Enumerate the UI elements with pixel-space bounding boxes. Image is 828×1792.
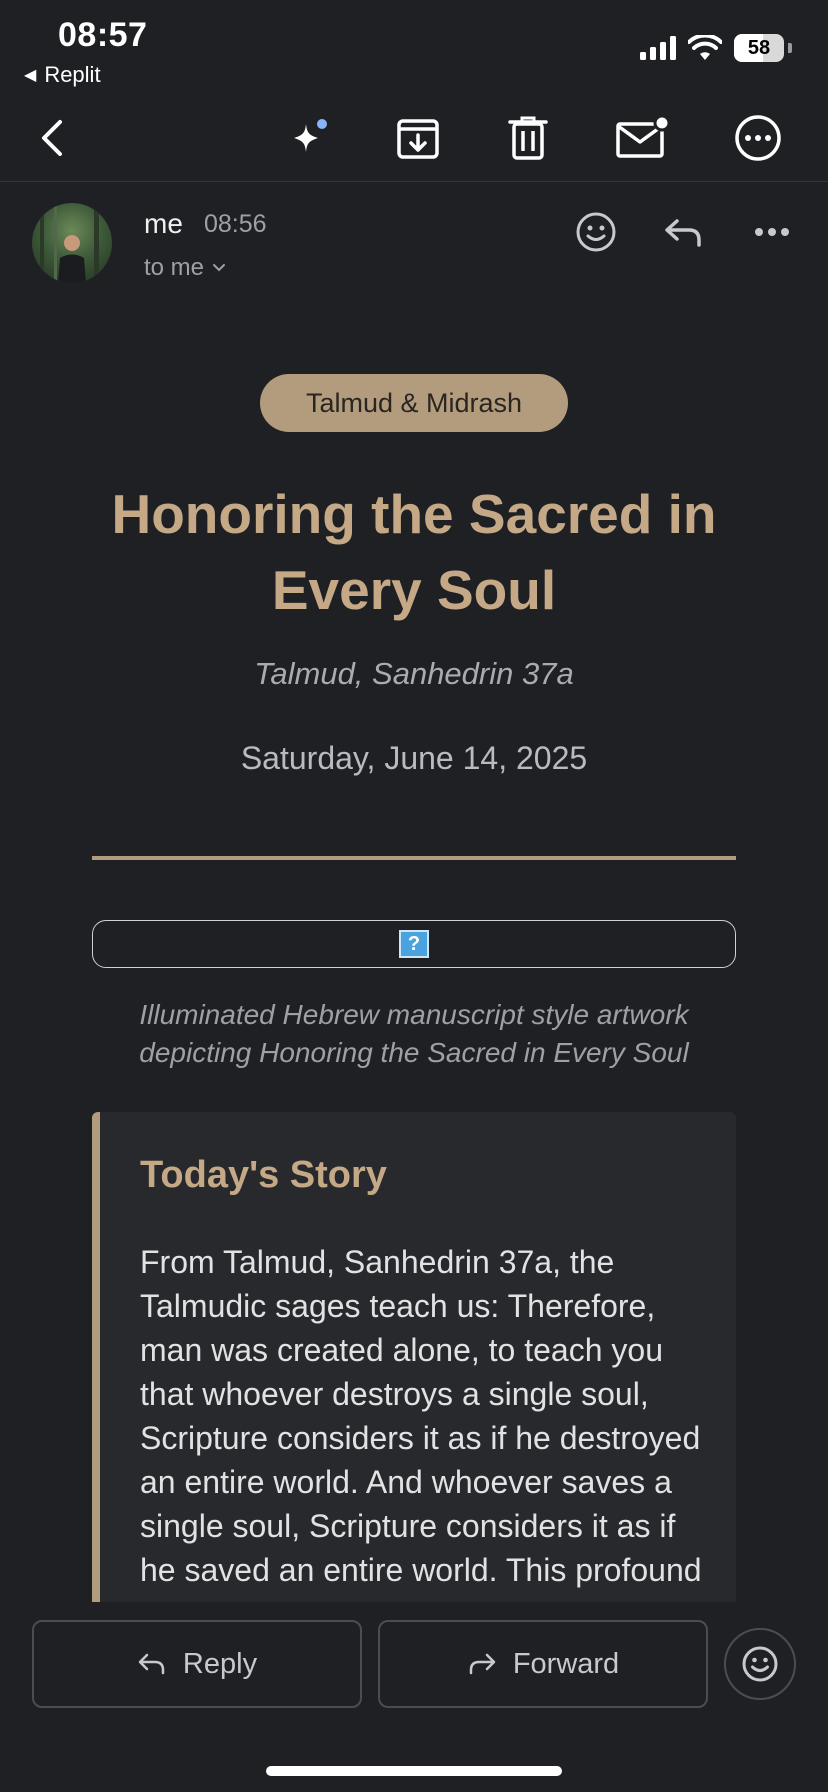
message-header: me 08:56 to me [0,200,828,300]
ai-assist-button[interactable] [280,108,340,168]
email-date: Saturday, June 14, 2025 [240,740,588,776]
gold-divider [92,856,736,860]
more-horizontal-icon [755,228,789,236]
forward-icon [469,1653,496,1675]
artwork-image-frame[interactable]: ? [92,920,736,968]
back-to-app-link[interactable]: ◀ Replit [24,62,101,88]
message-more-button[interactable] [746,206,798,258]
email-title: Honoring the Sacred in Every Soul [111,483,717,621]
smiley-icon [742,1646,778,1682]
delete-button[interactable] [498,108,558,168]
image-caption: Illuminated Hebrew manuscript style artw… [139,999,689,1068]
more-icon [735,115,781,161]
reply-label: Reply [182,1647,258,1680]
archive-button[interactable] [388,108,448,168]
back-button[interactable] [22,108,82,168]
sender-name: me [144,208,183,239]
status-bar: 08:57 ◀ Replit 58 [0,0,828,90]
mark-unread-button[interactable] [612,108,672,168]
status-time: 08:57 [58,16,148,54]
battery-tip [788,43,792,53]
trash-icon [508,116,548,160]
avatar[interactable] [32,203,112,283]
person-photo-icon [40,203,99,283]
more-options-button[interactable] [728,108,788,168]
forward-label: Forward [512,1647,620,1680]
wifi-icon [688,35,722,60]
screen: 08:57 ◀ Replit 58 me 08:56 to me Talmud … [0,0,828,1792]
archive-icon [397,119,439,159]
reply-button[interactable]: Reply [32,1620,362,1708]
forward-button[interactable]: Forward [378,1620,708,1708]
broken-image-icon: ? [399,930,429,958]
chevron-down-icon [213,264,226,272]
status-indicators: 58 [640,34,792,62]
email-body: Talmud & Midrash Honoring the Sacred in … [0,300,828,1602]
bottom-action-bar: Reply Forward [0,1602,828,1792]
sent-time: 08:56 [204,210,267,238]
home-indicator[interactable] [266,1766,562,1776]
back-triangle-icon: ◀ [24,67,37,84]
recipient-label: to me [144,254,205,281]
quick-reply-button[interactable] [658,206,710,258]
story-card: Today's Story From Talmud, Sanhedrin 37a… [92,1112,736,1602]
mark-unread-icon [616,116,668,158]
story-text: From Talmud, Sanhedrin 37a, the Talmudic… [140,1244,702,1588]
reply-icon [665,219,701,247]
battery-level: 58 [747,36,771,59]
category-badge: Talmud & Midrash [260,374,568,432]
cellular-signal-icon [640,36,676,60]
react-button[interactable] [570,206,622,258]
back-icon [42,120,62,156]
back-app-label: Replit [44,62,101,87]
reply-icon [138,1653,165,1675]
smiley-icon [576,212,616,252]
email-toolbar [0,100,828,182]
story-heading: Today's Story [140,1154,387,1196]
sparkle-icon [294,119,327,152]
recipient-toggle[interactable]: to me [144,254,226,282]
battery-indicator: 58 [734,34,784,62]
source-reference: Talmud, Sanhedrin 37a [254,656,574,691]
emoji-reaction-button[interactable] [724,1628,796,1700]
